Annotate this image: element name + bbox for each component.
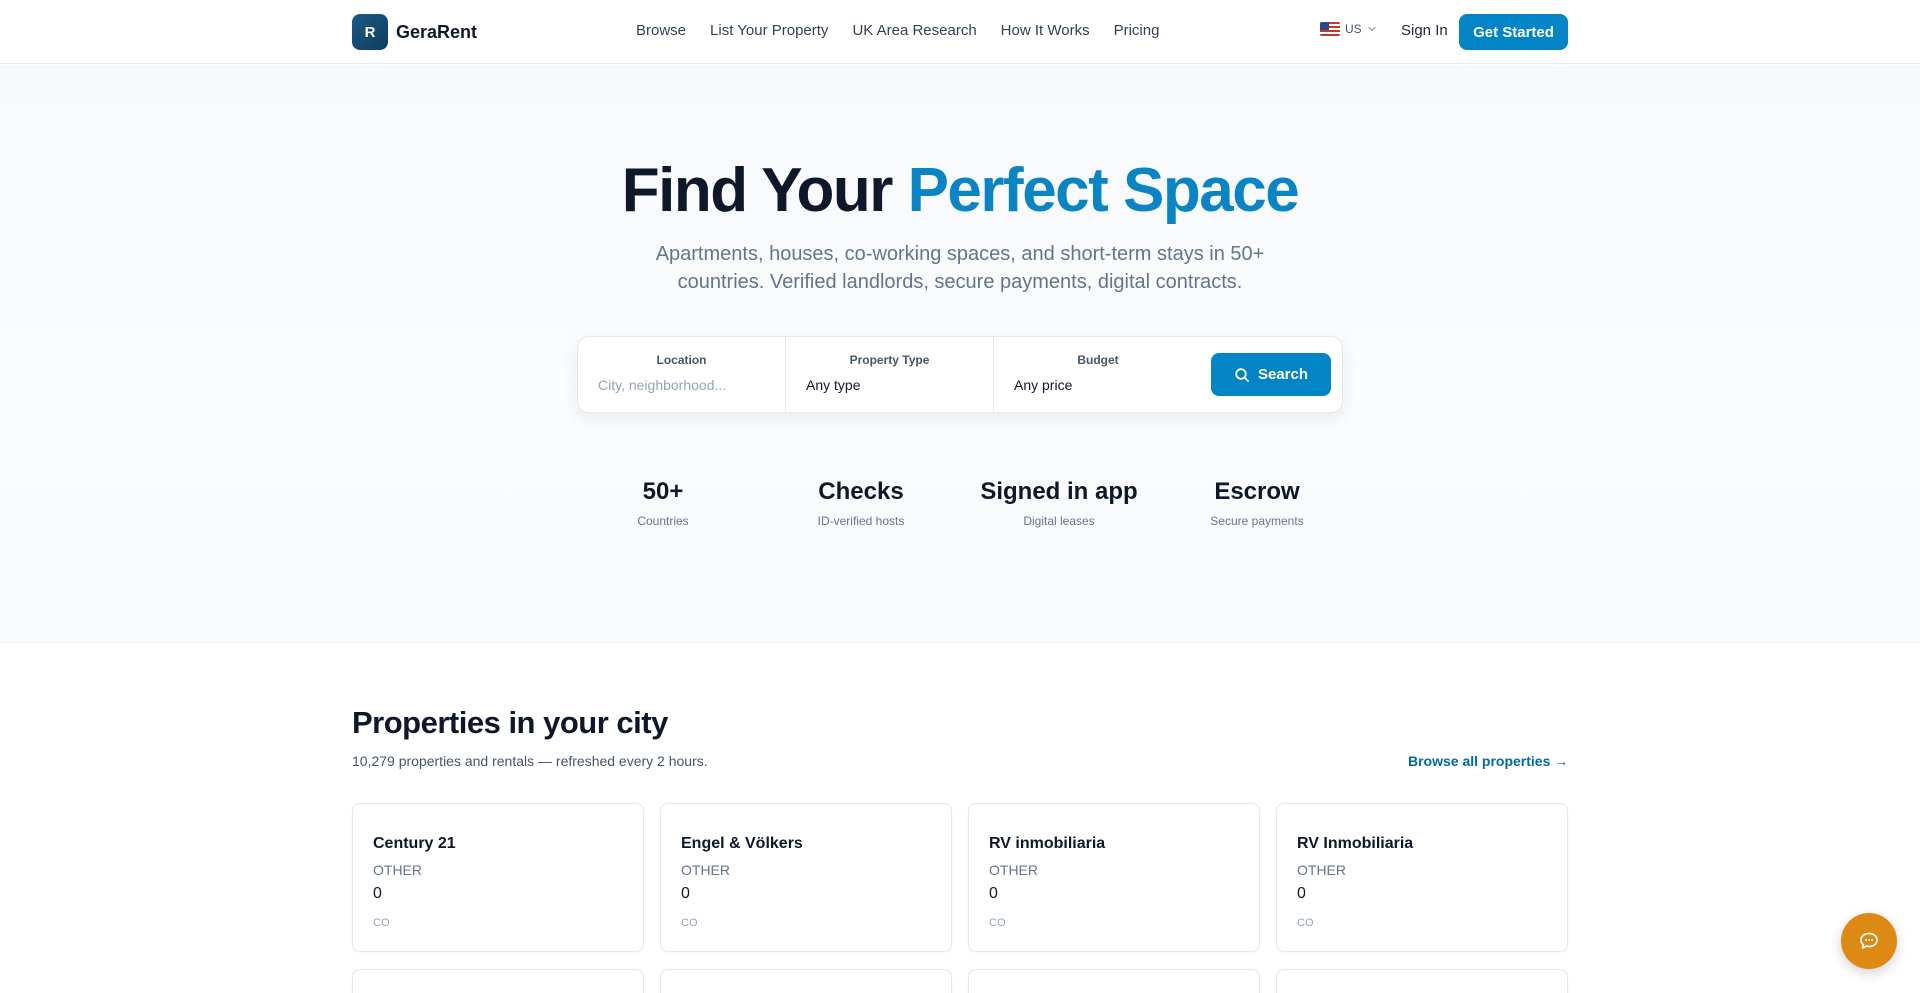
location-field: Location (578, 337, 786, 412)
stat-label: Digital leases (1023, 514, 1095, 528)
nav-browse[interactable]: Browse (636, 22, 686, 39)
property-type: OTHER (373, 862, 422, 878)
property-price: 0 (989, 885, 998, 902)
chat-button[interactable] (1841, 913, 1897, 969)
top-header: R GeraRent Browse List Your Property UK … (0, 0, 1920, 64)
property-card[interactable] (352, 969, 644, 993)
stat-value: Signed in app (980, 478, 1138, 505)
location-label: Location (656, 353, 707, 367)
property-price: 0 (1297, 885, 1306, 902)
us-flag-icon (1320, 22, 1340, 36)
property-country: CO (373, 917, 390, 929)
property-card[interactable]: Century 21 OTHER 0 CO (352, 803, 644, 952)
property-type-label: Property Type (849, 353, 930, 367)
nav-list-your-property[interactable]: List Your Property (710, 22, 828, 39)
property-name: Century 21 (373, 835, 456, 852)
stat-value: Escrow (1214, 478, 1300, 505)
stat-checks: Checks ID-verified hosts (771, 478, 951, 528)
property-country: CO (989, 917, 1006, 929)
nav-how-it-works[interactable]: How It Works (1001, 22, 1090, 39)
budget-label: Budget (1077, 353, 1119, 367)
stat-signed-in-app: Signed in app Digital leases (969, 478, 1149, 528)
budget-field[interactable]: Budget Any price (994, 337, 1202, 412)
property-type-select[interactable]: Any type (806, 377, 860, 393)
hero-section: Find Your Perfect Space Apartments, hous… (0, 65, 1920, 643)
hero-title-main: Find Your (621, 156, 908, 225)
search-icon (1235, 367, 1249, 382)
search-bar: Location Property Type Any type Budget A… (577, 336, 1343, 413)
search-button[interactable]: Search (1211, 353, 1331, 396)
budget-select[interactable]: Any price (1014, 377, 1072, 393)
stat-label: Countries (637, 514, 689, 528)
stat-label: Secure payments (1210, 514, 1304, 528)
nav-pricing[interactable]: Pricing (1114, 22, 1160, 39)
property-name: RV Inmobiliaria (1297, 835, 1414, 852)
property-price: 0 (681, 885, 690, 902)
nav-uk-area-research[interactable]: UK Area Research (852, 22, 976, 39)
logo-mark: R (352, 14, 388, 50)
stat-escrow: Escrow Secure payments (1167, 478, 1347, 528)
hero-title: Find Your Perfect Space (0, 155, 1920, 226)
property-name: Engel & Völkers (681, 835, 803, 852)
property-card[interactable]: Engel & Völkers OTHER 0 CO (660, 803, 952, 952)
locale-selector[interactable]: US (1320, 22, 1377, 36)
stat-value: 50+ (642, 478, 684, 505)
property-card[interactable] (660, 969, 952, 993)
property-price: 0 (373, 885, 382, 902)
hero-title-accent: Perfect Space (907, 156, 1300, 225)
properties-title: Properties in your city (352, 705, 668, 740)
locale-label: US (1345, 22, 1362, 36)
properties-subtitle: 10,279 properties and rentals — refreshe… (352, 753, 708, 769)
property-name: RV inmobiliaria (989, 835, 1106, 852)
property-card[interactable]: RV inmobiliaria OTHER 0 CO (968, 803, 1260, 952)
property-card[interactable] (968, 969, 1260, 993)
hero-subtitle: Apartments, houses, co-working spaces, a… (655, 243, 1265, 293)
property-card[interactable]: RV Inmobiliaria OTHER 0 CO (1276, 803, 1568, 952)
stat-countries: 50+ Countries (573, 478, 753, 528)
stat-value: Checks (818, 478, 904, 505)
property-type-field[interactable]: Property Type Any type (786, 337, 994, 412)
brand-name: GeraRent (396, 21, 478, 42)
main-nav: Browse List Your Property UK Area Resear… (636, 22, 1159, 39)
stat-label: ID-verified hosts (817, 514, 905, 528)
chevron-down-icon (1368, 26, 1376, 32)
property-type: OTHER (989, 862, 1038, 878)
property-card[interactable] (1276, 969, 1568, 993)
brand-logo[interactable]: R GeraRent (352, 14, 477, 50)
search-button-label: Search (1257, 366, 1309, 383)
location-input[interactable] (598, 377, 768, 393)
property-type: OTHER (1297, 862, 1346, 878)
property-country: CO (1297, 917, 1314, 929)
browse-all-link[interactable]: Browse all properties → (1408, 753, 1568, 769)
chat-bubble-icon (1860, 932, 1878, 949)
get-started-button[interactable]: Get Started (1459, 14, 1568, 50)
sign-in-link[interactable]: Sign In (1401, 22, 1448, 39)
property-country: CO (681, 917, 698, 929)
property-type: OTHER (681, 862, 730, 878)
